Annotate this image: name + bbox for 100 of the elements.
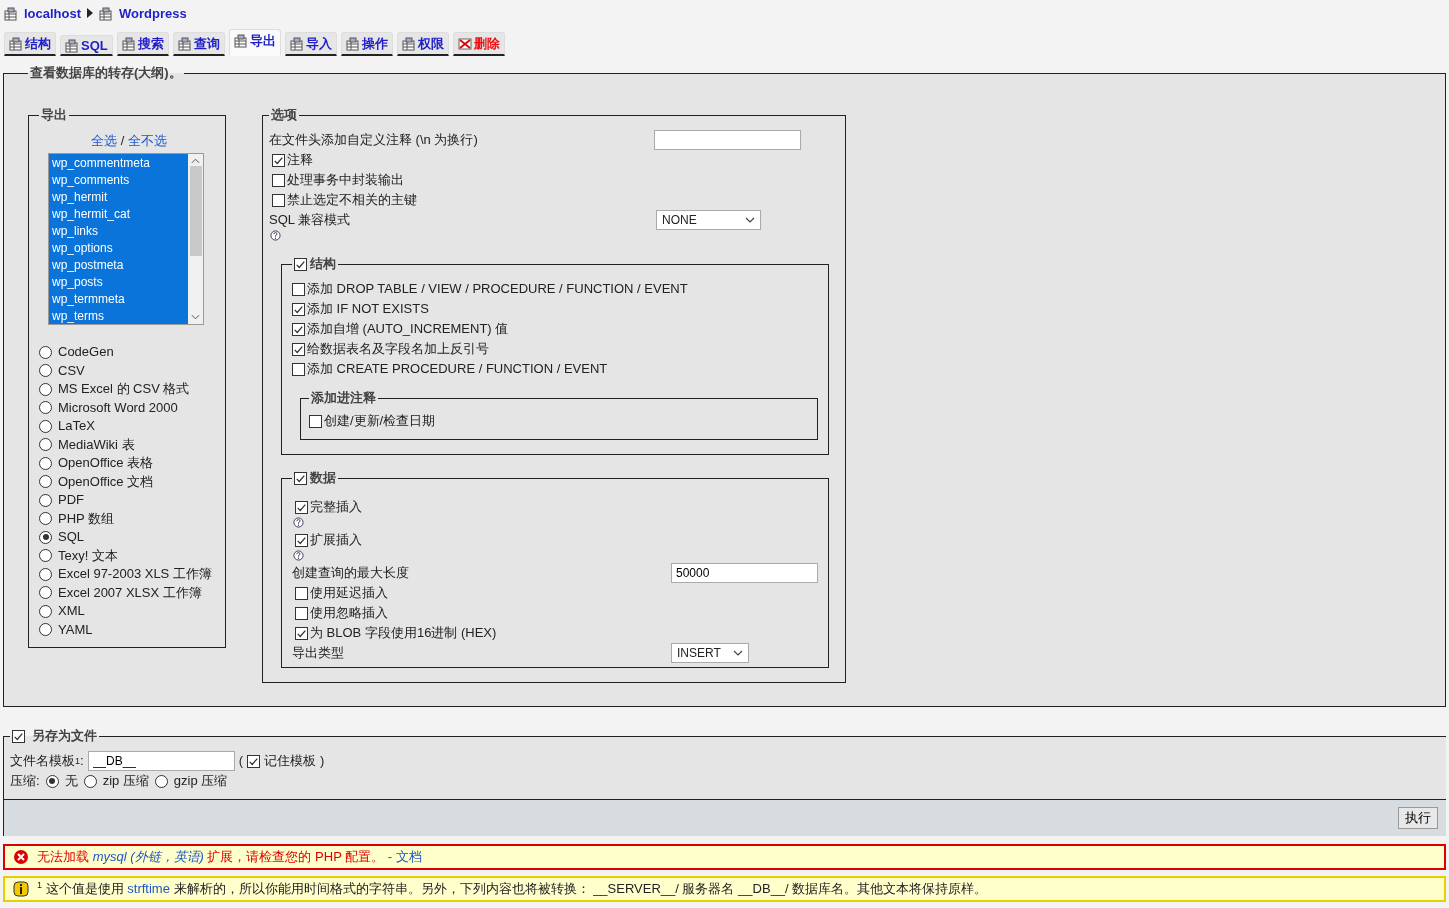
option-label: gzip 压缩 [173, 772, 228, 790]
format-label: Excel 97-2003 XLS 工作簿 [58, 565, 212, 583]
table-option[interactable]: wp_commentmeta [49, 155, 188, 172]
table-icon [289, 37, 304, 51]
radio-button[interactable] [83, 774, 97, 788]
checkbox[interactable] [295, 626, 308, 640]
checkbox[interactable] [294, 471, 307, 485]
format-label: LaTeX [58, 417, 95, 435]
select-none-link[interactable]: 全不选 [127, 133, 167, 148]
checkbox[interactable] [247, 754, 260, 768]
table-icon [233, 34, 248, 48]
option-label: 添加 DROP TABLE / VIEW / PROCEDURE / FUNCTION / EVENT [307, 280, 688, 298]
option-label: 完整插入 [310, 498, 362, 516]
scrollbar[interactable] [188, 154, 203, 324]
help-icon[interactable] [293, 550, 304, 561]
table-icon [401, 37, 416, 51]
docs-link[interactable]: - 文档 [387, 849, 422, 864]
strftime-link[interactable]: strftime [127, 881, 170, 896]
checkbox[interactable] [292, 302, 305, 316]
comment-field[interactable] [654, 130, 801, 150]
radio-button[interactable] [39, 586, 52, 600]
radio-button[interactable] [39, 623, 52, 637]
tab[interactable]: 权限 [396, 32, 449, 56]
go-button[interactable]: 执行 [1398, 807, 1438, 829]
format-label: YAML [58, 620, 93, 639]
checkbox[interactable] [295, 533, 308, 547]
table-option[interactable]: wp_hermit_cat [49, 206, 188, 223]
radio-button[interactable] [45, 774, 59, 788]
checkbox[interactable] [272, 193, 285, 207]
table-option[interactable]: wp_termmeta [49, 291, 188, 308]
tab[interactable]: 导入 [284, 32, 337, 56]
option-label: 创建查询的最大长度 [292, 564, 410, 582]
checkbox[interactable] [292, 282, 305, 296]
table-option[interactable]: wp_links [49, 223, 188, 240]
tab[interactable]: 删除 [452, 32, 505, 56]
radio-button[interactable] [39, 401, 52, 415]
group-title: 添加进注释 [310, 389, 377, 407]
checkbox[interactable] [294, 257, 307, 271]
caret-icon [745, 217, 755, 223]
table-option[interactable]: wp_hermit [49, 189, 188, 206]
table-option[interactable]: wp_options [49, 240, 188, 257]
radio-button[interactable] [39, 382, 52, 396]
tab[interactable]: 查询 [172, 32, 225, 56]
tab[interactable]: 导出 [228, 29, 281, 56]
checkbox[interactable] [292, 342, 305, 356]
option-label: 禁止选定不相关的主键 [287, 191, 417, 209]
scroll-down-icon[interactable] [191, 314, 200, 320]
radio-button[interactable] [39, 438, 52, 452]
tab[interactable]: 操作 [340, 32, 393, 56]
group-title: 结构 [310, 255, 336, 273]
checkbox[interactable] [295, 586, 308, 600]
radio-button[interactable] [39, 419, 52, 433]
table-icon [65, 38, 79, 53]
type-select[interactable]: INSERT [671, 643, 749, 663]
radio-button[interactable] [39, 456, 52, 470]
format-label: OpenOffice 文档 [58, 472, 154, 491]
checkbox[interactable] [309, 414, 322, 428]
checkbox[interactable] [292, 322, 305, 336]
length-field[interactable]: 50000 [671, 563, 818, 583]
breadcrumb-link[interactable]: localhost [24, 6, 82, 21]
checkbox[interactable] [295, 606, 308, 620]
table-option[interactable]: wp_terms [49, 308, 188, 325]
radio-button[interactable] [39, 345, 52, 359]
tab[interactable]: SQL [60, 35, 113, 56]
format-label: OpenOffice 表格 [58, 454, 154, 472]
checkbox[interactable] [292, 362, 305, 376]
paren-text: ) [320, 752, 325, 770]
radio-button[interactable] [39, 364, 52, 378]
select-all-link[interactable]: 全选 [91, 133, 118, 148]
compat-select[interactable]: NONE [656, 210, 761, 230]
format-label: SQL [58, 528, 84, 546]
radio-button[interactable] [39, 493, 52, 507]
help-icon[interactable] [293, 517, 304, 528]
radio-button[interactable] [39, 604, 52, 618]
radio-button[interactable] [39, 475, 52, 489]
table-option[interactable]: wp_posts [49, 274, 188, 291]
mysql-link[interactable]: mysql (外链，英语) [92, 849, 204, 864]
option-label: 给数据表名及字段名加上反引号 [307, 340, 489, 358]
tab[interactable]: 结构 [4, 32, 56, 56]
checkbox[interactable] [272, 153, 285, 167]
table-option[interactable]: wp_comments [49, 172, 188, 189]
table-icon [345, 37, 360, 51]
radio-button[interactable] [39, 512, 52, 526]
checkbox[interactable] [12, 729, 25, 743]
table-list[interactable]: wp_commentmeta wp_comments wp_hermit wp_hermit_cat wp_links wp_options wp_postmeta wp_posts wp_termmeta wp_terms [48, 153, 204, 325]
radio-button[interactable] [39, 549, 52, 563]
tab[interactable]: 搜索 [116, 32, 169, 56]
radio-button[interactable] [39, 530, 52, 544]
option-label: 使用延迟插入 [310, 584, 388, 602]
filename-field[interactable]: __DB__ [87, 751, 235, 771]
radio-button[interactable] [39, 567, 52, 581]
help-icon[interactable] [270, 230, 281, 241]
checkbox[interactable] [295, 500, 308, 514]
radio-button[interactable] [154, 774, 168, 788]
scroll-up-icon[interactable] [191, 158, 200, 164]
format-label: CodeGen [58, 343, 114, 361]
table-option[interactable]: wp_postmeta [49, 257, 188, 274]
breadcrumb-link[interactable]: Wordpress [119, 6, 187, 21]
checkbox[interactable] [272, 173, 285, 187]
format-label: XML [58, 602, 85, 620]
